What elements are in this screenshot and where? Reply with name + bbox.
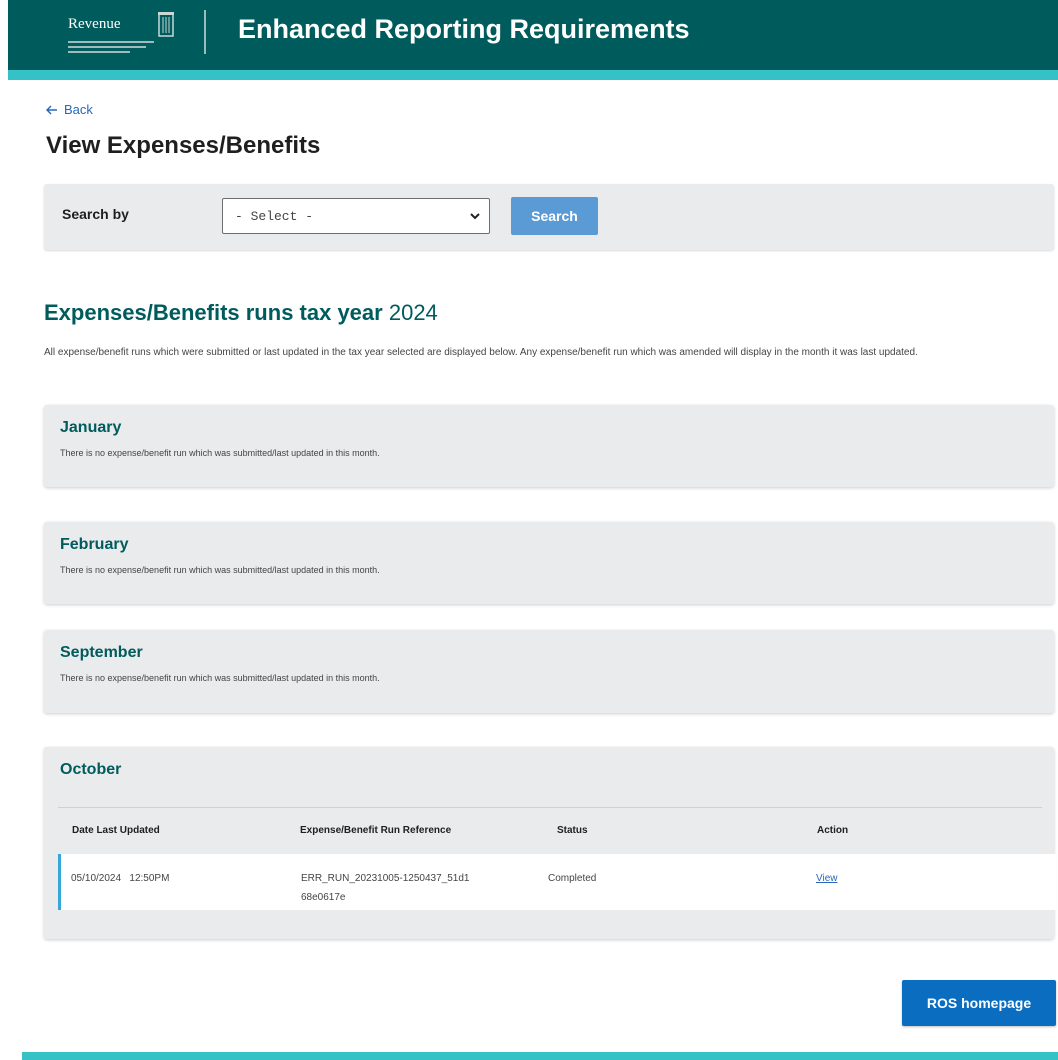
month-panel-february: February There is no expense/benefit run… (44, 522, 1054, 604)
month-panel-october: October Date Last Updated Expense/Benefi… (44, 747, 1056, 939)
logo-wordmark: Revenue (68, 16, 121, 32)
revenue-logo[interactable]: Revenue (68, 10, 188, 58)
header-accent-bar (8, 70, 1058, 80)
month-title: September (60, 644, 143, 661)
harp-icon (158, 12, 174, 37)
month-title: January (60, 419, 122, 436)
search-button[interactable]: Search (511, 197, 598, 235)
month-title: February (60, 536, 129, 553)
row-time: 12:50PM (129, 873, 170, 884)
select-value: - Select - (235, 209, 314, 224)
row-reference: ERR_RUN_20231005-1250437_51d168e0617e (301, 873, 470, 903)
back-link[interactable]: Back (46, 102, 93, 117)
site-header: Revenue Enhanced Reporting Requirements (8, 0, 1058, 70)
logo-tagline (68, 41, 154, 53)
column-header-status: Status (557, 825, 588, 836)
ros-homepage-button[interactable]: ROS homepage (902, 980, 1056, 1026)
page-title: View Expenses/Benefits (46, 132, 321, 159)
month-empty-message: There is no expense/benefit run which wa… (60, 448, 380, 458)
footer-accent-bar (22, 1052, 1058, 1060)
month-empty-message: There is no expense/benefit run which wa… (60, 673, 380, 683)
row-date-cell: 05/10/2024 12:50PM (71, 869, 169, 888)
view-link[interactable]: View (816, 869, 838, 888)
column-header-date: Date Last Updated (72, 825, 160, 836)
search-panel: Search by - Select - Search (44, 184, 1054, 250)
column-header-reference: Expense/Benefit Run Reference (300, 825, 452, 836)
table-divider (58, 807, 1042, 808)
back-link-label: Back (64, 102, 93, 117)
section-heading-text: Expenses/Benefits runs tax year (44, 300, 383, 325)
tax-year: 2024 (388, 300, 438, 325)
row-date: 05/10/2024 (71, 873, 122, 884)
month-title: October (60, 761, 122, 778)
month-panel-january: January There is no expense/benefit run … (44, 405, 1054, 487)
section-description: All expense/benefit runs which were subm… (44, 347, 918, 358)
header-divider (204, 10, 206, 54)
arrow-left-icon (46, 105, 57, 114)
section-heading: Expenses/Benefits runs tax year 2024 (44, 300, 438, 326)
column-header-action: Action (817, 825, 849, 836)
month-panel-september: September There is no expense/benefit ru… (44, 630, 1054, 713)
search-by-label: Search by (62, 206, 129, 222)
table-row: 05/10/2024 12:50PM ERR_RUN_20231005-1250… (58, 854, 1056, 910)
month-empty-message: There is no expense/benefit run which wa… (60, 565, 380, 575)
row-status: Completed (548, 873, 597, 884)
search-by-select[interactable]: - Select - (222, 198, 490, 234)
app-title: Enhanced Reporting Requirements (238, 14, 690, 44)
chevron-down-icon (470, 213, 480, 220)
